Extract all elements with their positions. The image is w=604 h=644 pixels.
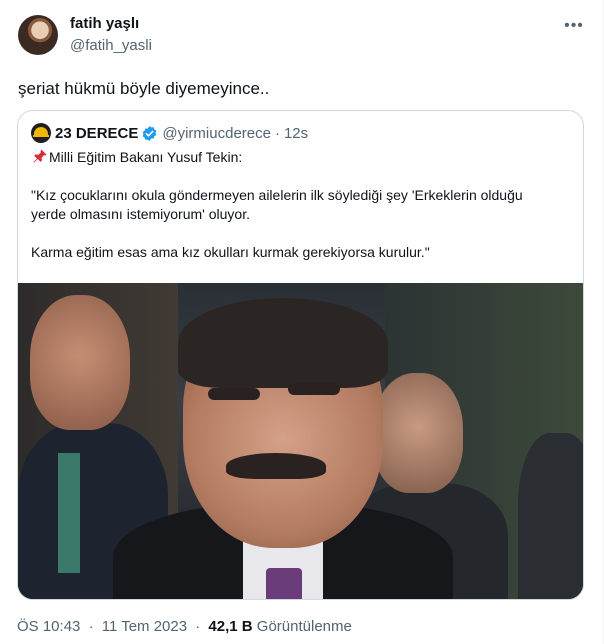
author-avatar[interactable] (18, 15, 58, 55)
ellipsis-icon: ••• (564, 17, 584, 34)
photo-person-left-tie (58, 453, 80, 573)
quoted-author-handle[interactable]: @yirmiucderece (162, 125, 271, 142)
photo-person-far-right (518, 433, 583, 599)
quoted-tweet-header: 23 DERECE @yirmiucderece · 12s (31, 123, 308, 143)
more-options-button[interactable]: ••• (562, 14, 586, 38)
photo-main-person-hair (178, 298, 388, 388)
quoted-tweet-photo[interactable] (18, 283, 583, 599)
quoted-text-line-0: Milli Eğitim Bakanı Yusuf Tekin: (49, 149, 243, 165)
photo-main-person-brow-right (288, 383, 340, 395)
author-name[interactable]: fatih yaşlı (70, 15, 139, 32)
author-handle[interactable]: @fatih_yasli (70, 37, 152, 54)
quoted-text-line-1 (31, 167, 571, 186)
tweet-date[interactable]: 11 Tem 2023 (102, 618, 187, 635)
views-label[interactable]: Görüntülenme (257, 618, 352, 635)
photo-person-right-head (373, 373, 463, 493)
quoted-text-line-5: Karma eğitim esas ama kız okulları kurma… (31, 244, 430, 260)
quoted-author-name[interactable]: 23 DERECE (55, 125, 138, 142)
quoted-text-line-4 (31, 224, 571, 243)
photo-main-person-tie (266, 568, 302, 599)
separator-dot: · (88, 618, 94, 635)
tweet-detail: fatih yaşlı @fatih_yasli ••• şeriat hükm… (0, 0, 604, 644)
photo-person-left-head (30, 295, 130, 430)
separator-dot: · (274, 124, 280, 142)
separator-dot: · (195, 618, 201, 635)
tweet-text: şeriat hükmü böyle diyemeyince.. (18, 79, 270, 98)
tweet-metadata: ÖS 10:43 · 11 Tem 2023 · 42,1 B Görüntül… (17, 618, 352, 635)
quoted-tweet[interactable]: 23 DERECE @yirmiucderece · 12s Milli Eği… (17, 110, 584, 600)
verified-badge-icon (143, 125, 157, 141)
quoted-author-avatar[interactable] (31, 123, 51, 143)
tweet-time[interactable]: ÖS 10:43 (17, 618, 80, 635)
quoted-tweet-text: Milli Eğitim Bakanı Yusuf Tekin: "Kız ço… (31, 148, 571, 262)
quoted-text-line: Milli Eğitim Bakanı Yusuf Tekin: (31, 148, 571, 167)
views-count[interactable]: 42,1 B (208, 618, 252, 635)
quoted-text-line-3: yerde olmasını istemiyorum' oluyor. (31, 206, 250, 222)
quoted-tweet-time[interactable]: 12s (284, 125, 308, 142)
photo-main-person-moustache (226, 453, 326, 479)
quoted-text-line-2: "Kız çocuklarını okula göndermeyen ailel… (31, 187, 523, 203)
photo-main-person-brow-left (208, 388, 260, 400)
pushpin-icon (33, 149, 47, 163)
